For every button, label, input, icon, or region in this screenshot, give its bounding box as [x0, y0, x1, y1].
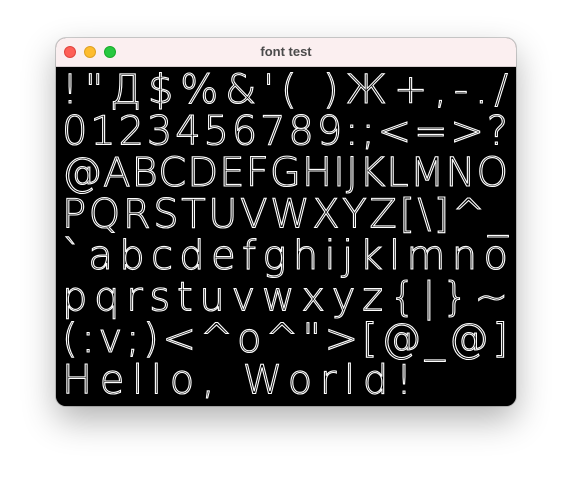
glyph-line-7: (:v;)<^o^">[@_@] — [62, 316, 508, 362]
glyph-line-6: pqrstuvwxyz{|}~ — [62, 275, 508, 321]
window-title: font test — [260, 44, 312, 59]
glyph-grid: !"Д$%&'( )Ж+,-./0123456789:;<=>?@ABCDEFG… — [61, 67, 509, 404]
glyph-line-4: PQRSTUVWXYZ[\]^_ — [62, 192, 509, 238]
glyph-line-2: 0123456789:;<=>? — [62, 109, 508, 155]
glyph-line-5: `abcdefghijklmno — [62, 233, 508, 279]
app-window: font test !"Д$%&'( )Ж+,-./0123456789:;<=… — [56, 38, 516, 406]
font-render-canvas: !"Д$%&'( )Ж+,-./0123456789:;<=>? @ABCDEFG… — [56, 67, 516, 406]
glyph-line-8: Hello, World! — [62, 358, 412, 404]
title-bar[interactable]: font test — [56, 38, 516, 67]
glyph-line-3: @ABCDEFGHIJKLMNO — [62, 150, 508, 196]
glyph-line-1: !"Д$%&'( )Ж+,-./ — [62, 67, 508, 113]
